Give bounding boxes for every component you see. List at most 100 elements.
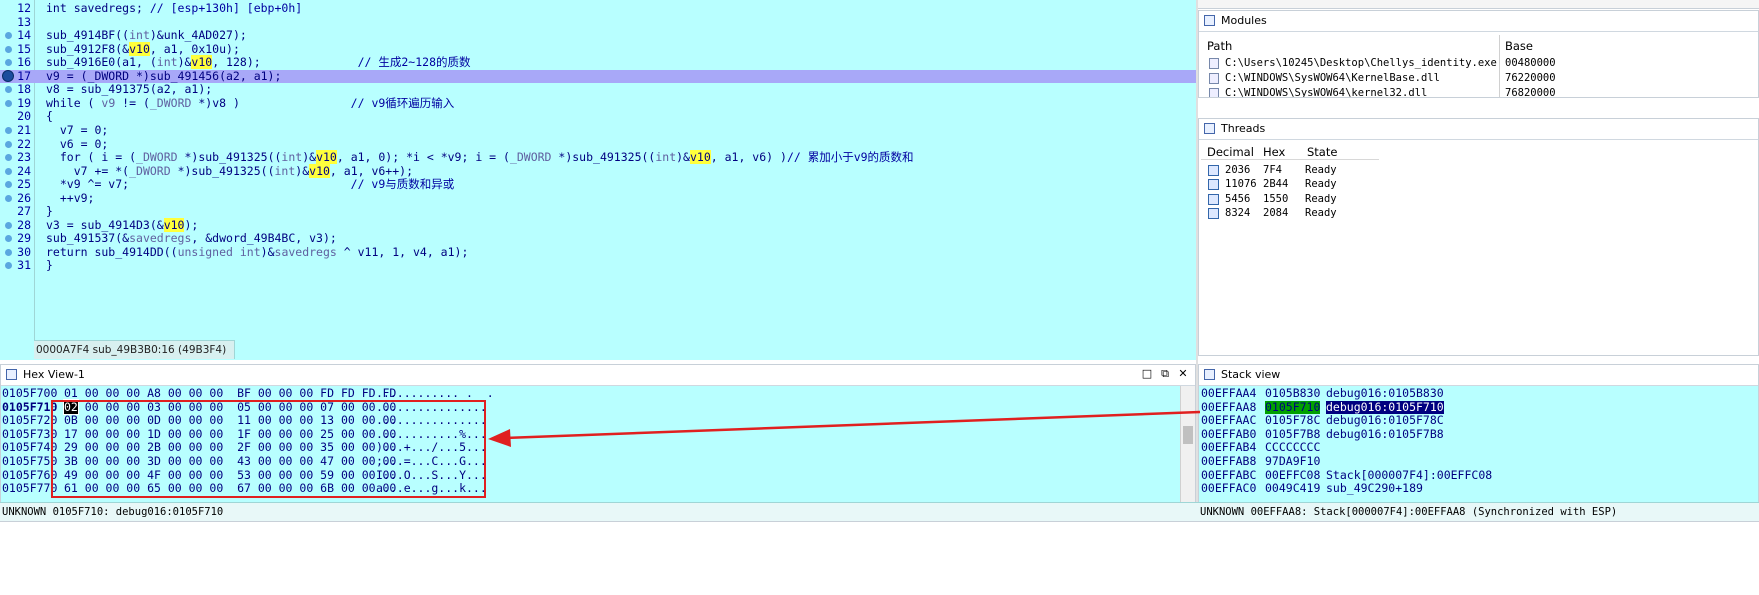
column-divider[interactable] (1499, 35, 1500, 97)
stack-value[interactable]: 0105F78C (1265, 414, 1320, 428)
code-line[interactable]: 21 v7 = 0; (0, 123, 1196, 138)
restore-icon[interactable]: ⧉ (1159, 368, 1171, 380)
breakpoint-dot-icon[interactable] (5, 262, 12, 270)
stack-comment[interactable]: sub_49C290+189 (1326, 482, 1423, 496)
code-line[interactable]: 27} (0, 205, 1196, 219)
stack-row[interactable]: 00EFFAAC 0105F78C debug016:0105F78C (1199, 414, 1758, 428)
breakpoint-dot-icon[interactable] (5, 248, 12, 256)
hex-bytes[interactable]: 01 00 00 00 A8 00 00 00 BF 00 00 00 FD F… (64, 386, 396, 401)
highlighted-identifier[interactable]: v10 (163, 217, 185, 232)
thread-hex[interactable]: 2B44 (1263, 178, 1288, 190)
highlighted-identifier[interactable]: v10 (309, 163, 330, 178)
breakpoint-dot-icon[interactable] (5, 194, 12, 202)
modules-title: Modules (1221, 14, 1267, 27)
breakpoint-dot-icon[interactable] (5, 99, 12, 107)
stack-row[interactable]: 00EFFAA8 0105F710 debug016:0105F710 (1199, 400, 1758, 415)
minimize-icon[interactable]: □ (1141, 368, 1153, 380)
thread-decimal[interactable]: 8324 (1225, 207, 1250, 219)
hex-scrollbar[interactable] (1180, 386, 1195, 519)
stack-value[interactable]: 00EFFC08 (1265, 468, 1320, 483)
stack-row[interactable]: 00EFFAB8 97DA9F10 (1199, 454, 1758, 469)
stack-comment[interactable]: debug016:0105F710 (1326, 400, 1444, 415)
stack-comment[interactable]: Stack[000007F4]:00EFFC08 (1326, 468, 1492, 483)
code-line[interactable]: 30 return sub_4914DD((unsigned int)&saved… (0, 245, 1196, 260)
stack-row[interactable]: 00EFFABC 00EFFC08 Stack[000007F4]:00EFFC08 (1199, 468, 1758, 483)
module-path[interactable]: C:\WINDOWS\SysWOW64\KernelBase.dll (1225, 72, 1440, 84)
hex-address: 0105F770 (2, 481, 58, 496)
scroll-thumb[interactable] (1183, 426, 1193, 444)
code-line[interactable]: 22 v6 = 0; (0, 137, 1196, 152)
column-header-decimal[interactable]: Decimal (1207, 145, 1254, 159)
code-line[interactable]: 15 sub_4912F8(&v10, a1, 0x10u); (0, 41, 1196, 57)
breakpoint-dot-icon[interactable] (5, 221, 12, 229)
code-line[interactable]: 25 *v9 ^= v7; // v9与质数和异或 (0, 177, 1196, 192)
stack-value[interactable]: 0105F7B8 (1265, 427, 1320, 442)
column-header-hex[interactable]: Hex (1263, 145, 1285, 159)
stack-value[interactable]: 0049C419 (1265, 482, 1320, 496)
stack-value[interactable]: 0105B830 (1265, 386, 1320, 401)
breakpoint-dot-icon[interactable] (5, 167, 12, 175)
column-header-base[interactable]: Base (1505, 39, 1533, 53)
stack-row[interactable]: 00EFFAA4 0105B830 debug016:0105B830 (1199, 386, 1758, 401)
breakpoint-dot-icon[interactable] (5, 45, 12, 53)
breakpoint-dot-icon[interactable] (5, 154, 12, 162)
code-line[interactable]: 19 while ( v9 != (_DWORD *)v8 ) // v9循环遍历… (0, 96, 1196, 111)
module-path[interactable]: C:\Users\10245\Desktop\Chellys_identity.… (1225, 57, 1497, 69)
stack-value[interactable]: 97DA9F10 (1265, 454, 1320, 469)
stack-row[interactable]: 00EFFAC0 0049C419 sub_49C290+189 (1199, 482, 1758, 496)
thread-hex[interactable]: 7F4 (1263, 164, 1282, 176)
code-line[interactable]: 26 ++v9; (0, 191, 1196, 206)
module-base[interactable]: 76220000 (1505, 72, 1556, 84)
thread-decimal[interactable]: 5456 (1225, 193, 1250, 205)
column-header-path[interactable]: Path (1207, 39, 1232, 53)
stack-row[interactable]: 00EFFAB4 CCCCCCCC (1199, 441, 1758, 455)
hex-view-title-bar: Hex View-1 □ ⧉ ✕ (1, 365, 1195, 386)
highlighted-identifier[interactable]: v10 (129, 41, 150, 56)
code-line[interactable]: 24 v7 += *(_DWORD *)sub_491325((int)&v10… (0, 163, 1196, 179)
code-comment: // 累加小于v9的质数和 (786, 150, 914, 165)
close-icon[interactable]: ✕ (1177, 368, 1189, 380)
highlighted-identifier[interactable]: v10 (191, 55, 213, 70)
breakpoint-dot-icon[interactable] (5, 86, 12, 94)
code-line[interactable]: 20 { (0, 110, 1196, 124)
stack-comment[interactable]: debug016:0105F78C (1326, 414, 1444, 428)
code-line[interactable]: 23 for ( i = (_DWORD *)sub_491325((int)&… (0, 150, 1196, 165)
thread-decimal[interactable]: 11076 (1225, 178, 1257, 190)
hex-row[interactable]: 0105F700 01 00 00 00 A8 00 00 00 BF 00 00… (1, 386, 1181, 401)
thread-hex[interactable]: 2084 (1263, 207, 1288, 219)
thread-state[interactable]: Ready (1305, 164, 1337, 176)
thread-state[interactable]: Ready (1305, 193, 1337, 205)
breakpoint-dot-icon[interactable] (5, 235, 12, 243)
thread-state[interactable]: Ready (1305, 178, 1337, 190)
module-base[interactable]: 76820000 (1505, 87, 1556, 97)
code-line[interactable]: 14 sub_4914BF((int)&unk_4AD027); (0, 28, 1196, 43)
thread-state[interactable]: Ready (1305, 207, 1337, 219)
highlighted-identifier[interactable]: v10 (316, 150, 337, 165)
breakpoint-dot-icon[interactable] (5, 59, 12, 67)
column-header-state[interactable]: State (1307, 145, 1337, 159)
code-line[interactable]: 28 v3 = sub_4914D3(&v10); (0, 217, 1196, 233)
stack-value[interactable]: 0105F710 (1265, 400, 1321, 415)
hex-ascii[interactable]: ............ . . (376, 386, 494, 401)
breakpoint-dot-icon[interactable] (5, 126, 12, 134)
breakpoint-dot-icon[interactable] (5, 181, 12, 189)
thread-decimal[interactable]: 2036 (1225, 164, 1250, 176)
stack-value[interactable]: CCCCCCCC (1265, 441, 1320, 455)
code-line[interactable]: 16 sub_4916E0(a1, (int)&v10, 128); // 生成2… (0, 55, 1196, 70)
code-line[interactable]: 12 int savedregs; // [esp+130h] [ebp+0h] (0, 1, 1196, 16)
stack-comment[interactable]: debug016:0105F7B8 (1326, 427, 1444, 442)
module-path[interactable]: C:\WINDOWS\SysWOW64\kernel32.dll (1225, 87, 1427, 97)
breakpoint-dot-icon[interactable] (5, 32, 12, 40)
code-line[interactable]: 29 sub_491537(&savedregs, &dword_49B4BC, … (0, 232, 1196, 246)
hex-view-title: Hex View-1 (23, 368, 85, 381)
breakpoint-dot-icon[interactable] (5, 140, 12, 148)
stack-comment[interactable]: debug016:0105B830 (1326, 386, 1444, 401)
code-line[interactable]: 31} (0, 259, 1196, 273)
code-line[interactable]: 17 v9 = (_DWORD *)sub_491456(a2, a1); (0, 69, 1196, 84)
thread-hex[interactable]: 1550 (1263, 193, 1288, 205)
module-base[interactable]: 00480000 (1505, 57, 1556, 69)
code-line[interactable]: 18 v8 = sub_491375(a2, a1); (0, 83, 1196, 97)
stack-row[interactable]: 00EFFAB0 0105F7B8 debug016:0105F7B8 (1199, 427, 1758, 442)
code-line[interactable]: 13 (0, 15, 1196, 30)
highlighted-identifier[interactable]: v10 (689, 150, 711, 165)
